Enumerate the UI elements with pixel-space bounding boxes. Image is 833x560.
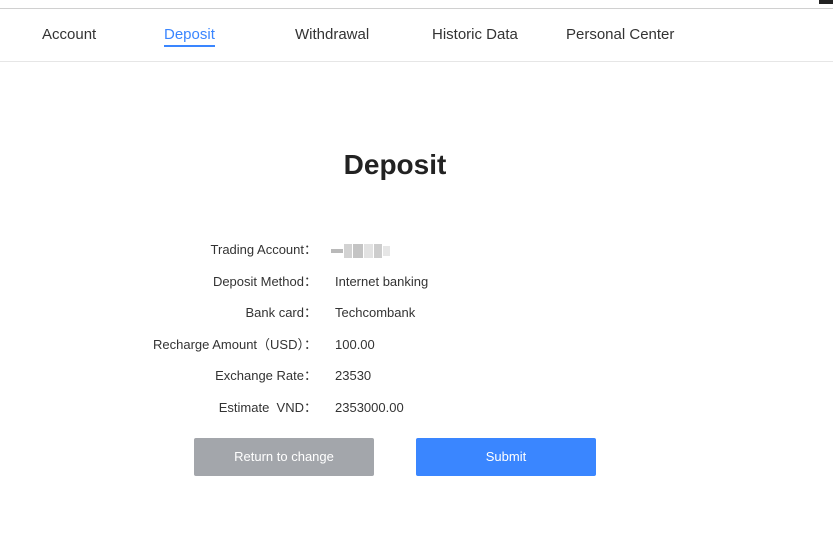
bank-card-label: Bank card： [245, 305, 317, 320]
detail-row-trading-account: Trading Account： [0, 240, 833, 260]
exchange-rate-value: 23530 [335, 368, 372, 383]
nav-item-account[interactable]: Account [42, 25, 96, 45]
nav-item-label: Deposit [164, 26, 215, 43]
main-nav: Account Deposit Withdrawal Historic Data… [0, 9, 833, 62]
nav-item-personal-center[interactable]: Personal Center [566, 25, 674, 45]
recharge-amount-value: 100.00 [335, 337, 375, 352]
estimate-vnd-label: Estimate VND： [218, 400, 317, 415]
return-to-change-button[interactable]: Return to change [194, 438, 374, 476]
nav-item-label: Personal Center [566, 26, 675, 43]
detail-row-deposit-method: Deposit Method： Internet banking [0, 272, 833, 292]
detail-row-exchange-rate: Exchange Rate： 23530 [0, 366, 833, 386]
nav-item-label: Historic Data [432, 26, 518, 43]
trading-account-label: Trading Account： [210, 242, 317, 257]
nav-item-label: Withdrawal [295, 26, 370, 43]
nav-item-withdrawal[interactable]: Withdrawal [295, 25, 369, 45]
detail-row-estimate-vnd: Estimate VND： 2353000.00 [0, 398, 833, 418]
detail-row-bank-card: Bank card： Techcombank [0, 303, 833, 323]
nav-item-label: Account [42, 26, 97, 43]
page-title: Deposit [343, 149, 447, 180]
trading-account-value-redacted [331, 242, 395, 260]
nav-item-historic-data[interactable]: Historic Data [432, 25, 518, 45]
submit-button[interactable]: Submit [416, 438, 596, 476]
bank-card-value: Techcombank [335, 305, 416, 320]
exchange-rate-label: Exchange Rate： [215, 368, 317, 383]
active-tab-underline [164, 45, 215, 47]
window-corner-mark [819, 0, 833, 4]
detail-row-recharge-amount: Recharge Amount（USD）： 100.00 [0, 335, 833, 355]
estimate-vnd-value: 2353000.00 [335, 400, 404, 415]
deposit-method-label: Deposit Method： [212, 274, 317, 289]
nav-item-deposit[interactable]: Deposit [164, 25, 215, 47]
deposit-method-value: Internet banking [335, 274, 429, 289]
recharge-amount-label: Recharge Amount（USD）： [152, 337, 317, 352]
window-top-strip [0, 0, 833, 9]
